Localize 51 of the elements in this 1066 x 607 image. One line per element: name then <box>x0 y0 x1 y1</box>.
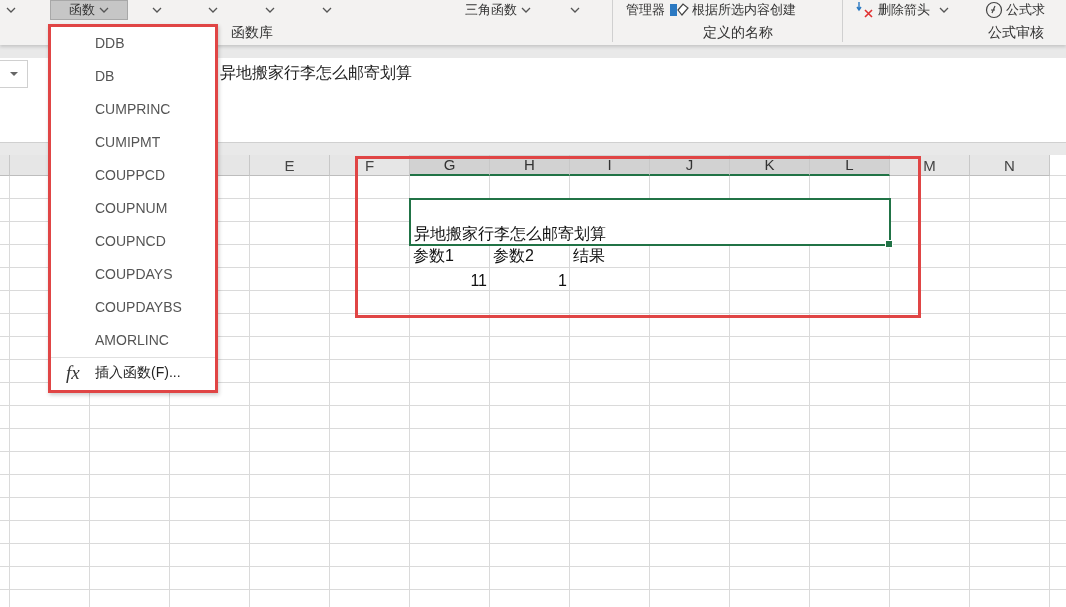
column-header[interactable]: N <box>970 155 1050 176</box>
caret-icon[interactable] <box>208 6 218 14</box>
menu-item[interactable]: 插入函数(F)... <box>95 364 181 382</box>
column-header[interactable]: F <box>330 155 410 176</box>
menu-item[interactable]: AMORLINC <box>51 324 215 357</box>
group-label: 函数库 <box>231 23 274 42</box>
menu-item[interactable]: DB <box>51 60 215 93</box>
table-cell-text: 结果 <box>572 246 606 266</box>
menu-item[interactable]: COUPNCD <box>51 225 215 258</box>
ribbon-dropdown[interactable]: 三角函数 <box>458 0 538 20</box>
function-icon: fx <box>66 362 95 384</box>
table-cell-text: 参数2 <box>492 246 535 266</box>
tag-icon <box>669 2 690 18</box>
remove-arrows-icon <box>855 1 876 19</box>
table-cell-text: 1 <box>557 271 568 291</box>
caret-icon[interactable] <box>152 6 162 14</box>
table-cell-text: 参数1 <box>412 246 455 266</box>
ribbon-command[interactable]: 管理器 <box>626 1 666 19</box>
column-header[interactable]: G <box>410 155 490 176</box>
ribbon-dropdown[interactable]: 函数 <box>50 0 128 20</box>
caret-icon[interactable] <box>6 6 16 14</box>
menu-item[interactable]: COUPDAYS <box>51 258 215 291</box>
column-header[interactable]: H <box>490 155 570 176</box>
caret-icon[interactable] <box>322 6 332 14</box>
column-header[interactable]: I <box>570 155 650 176</box>
evaluate-formula-icon <box>985 1 1004 19</box>
caret-icon[interactable] <box>939 6 950 14</box>
menu-item[interactable]: CUMIPMT <box>51 126 215 159</box>
column-header[interactable]: M <box>890 155 970 176</box>
menu-item[interactable]: DDB <box>51 27 215 60</box>
caret-icon[interactable] <box>570 6 580 14</box>
caret-icon <box>99 6 109 14</box>
table-cell: 异地搬家行李怎么邮寄划算 <box>414 224 606 244</box>
column-header[interactable]: E <box>250 155 330 176</box>
caret-icon[interactable] <box>265 6 275 14</box>
column-header[interactable]: K <box>730 155 810 176</box>
ribbon-command[interactable]: 根据所选内容创建 <box>692 1 797 19</box>
column-header[interactable]: L <box>810 155 890 176</box>
menu-item[interactable]: COUPNUM <box>51 192 215 225</box>
ribbon-command[interactable]: 公式求 <box>1006 1 1046 19</box>
caret-icon <box>521 6 531 14</box>
table-cell-text: 11 <box>469 271 488 291</box>
column-header[interactable]: J <box>650 155 730 176</box>
group-label: 定义的名称 <box>703 23 775 42</box>
ribbon-command[interactable]: 删除箭头 <box>878 1 931 19</box>
menu-item[interactable]: COUPDAYBS <box>51 291 215 324</box>
group-label: 公式审核 <box>988 23 1046 42</box>
menu-item[interactable]: CUMPRINC <box>51 93 215 126</box>
menu-item[interactable]: COUPPCD <box>51 159 215 192</box>
formula-text[interactable]: 异地搬家行李怎么邮寄划算 <box>220 63 412 84</box>
fill-handle[interactable] <box>885 240 893 248</box>
